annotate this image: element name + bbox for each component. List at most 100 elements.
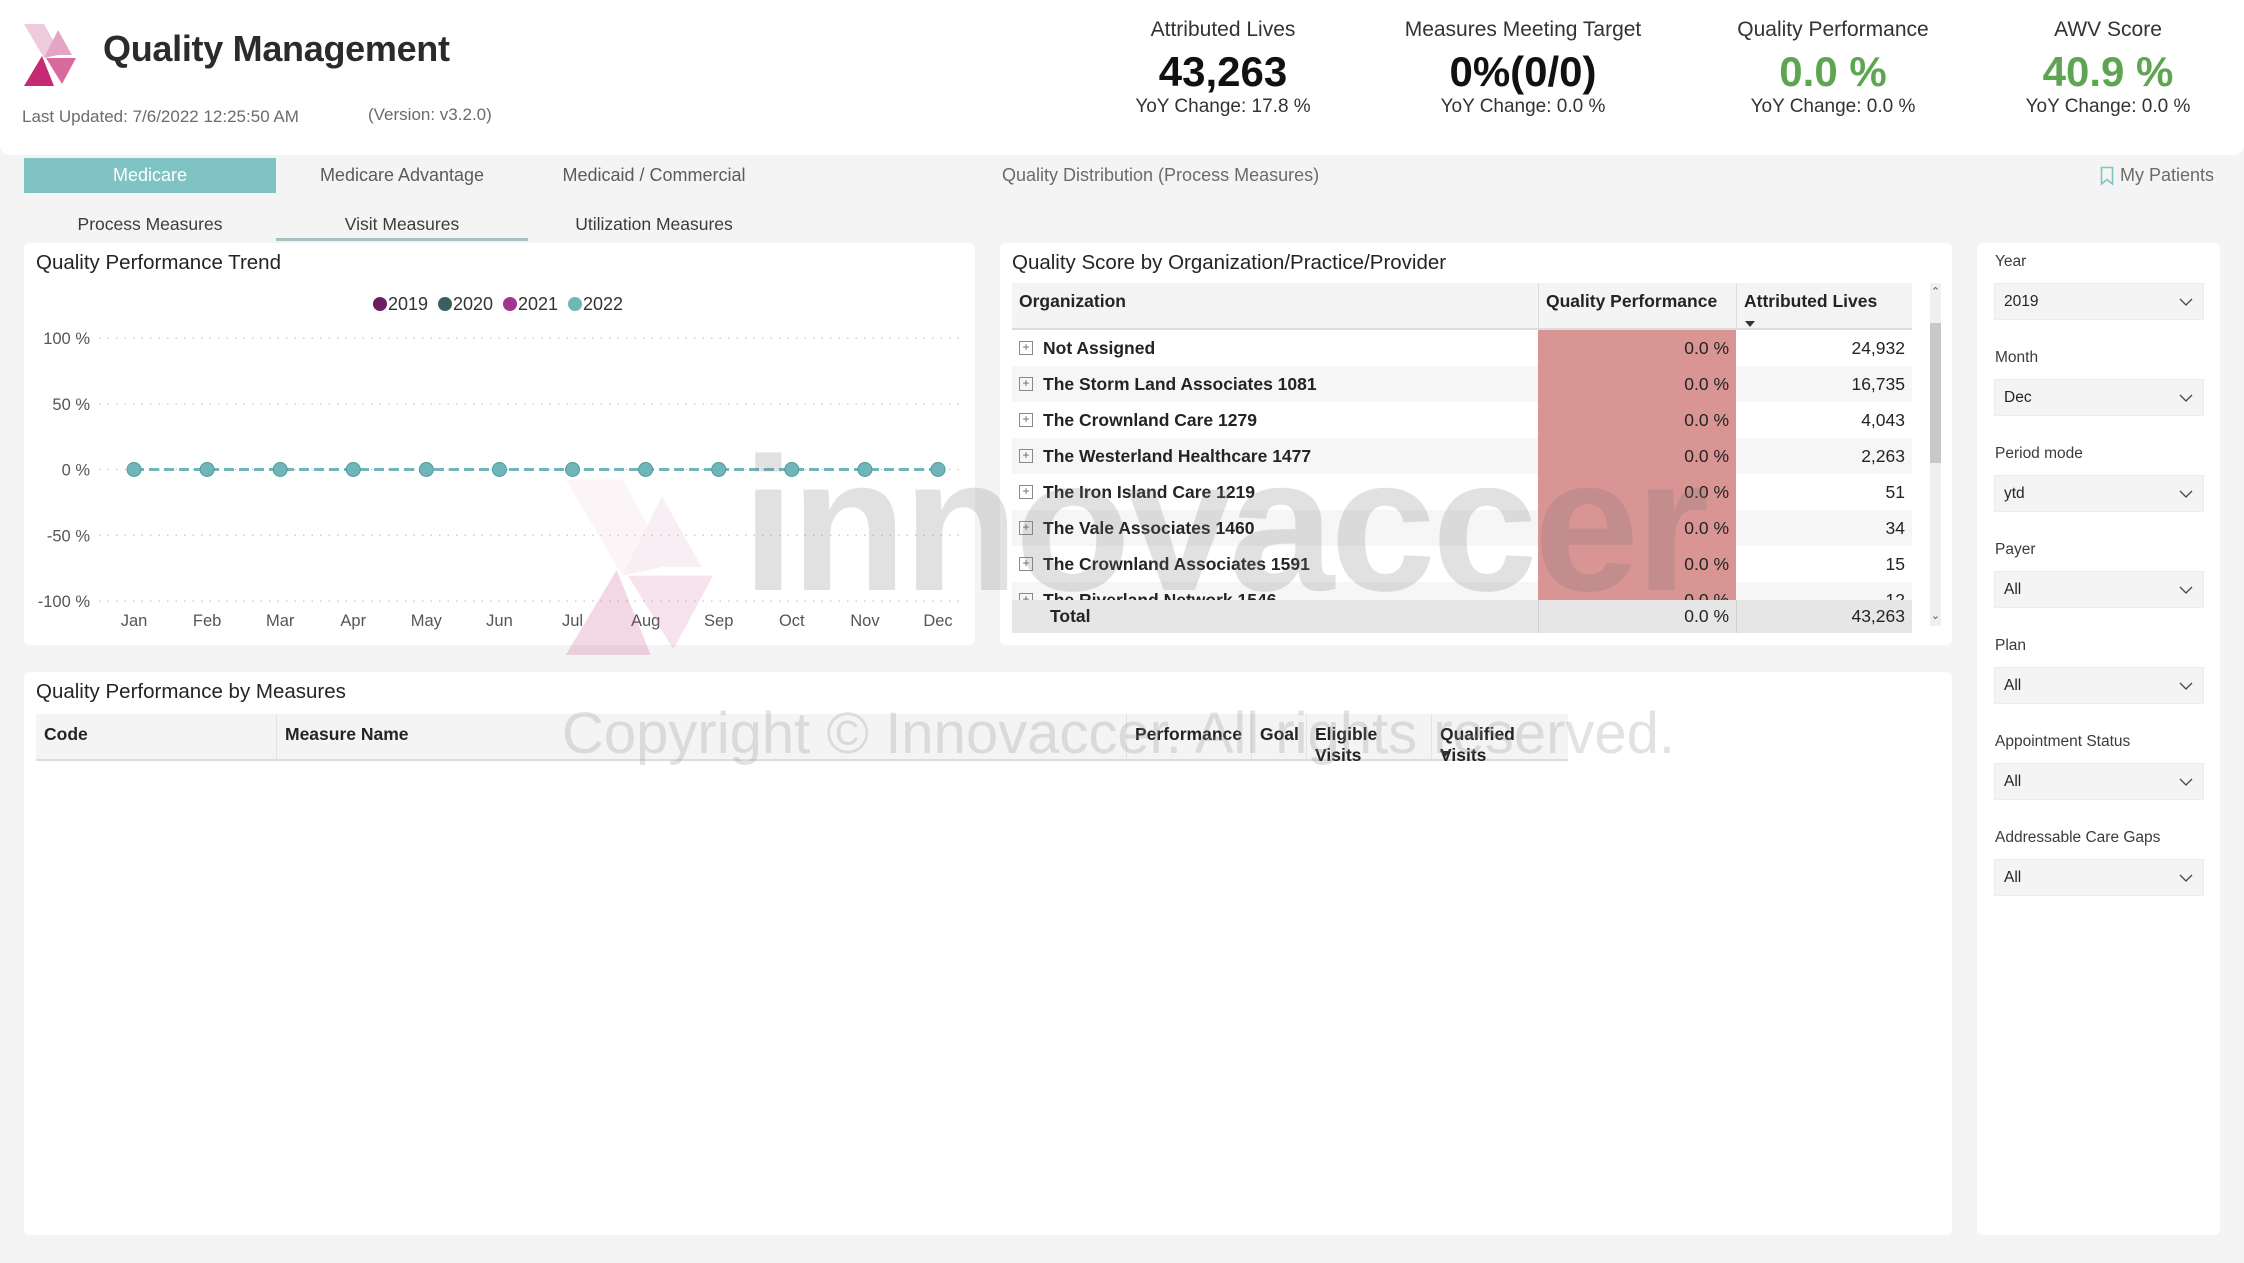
org-table-row[interactable]: + The Iron Island Care 1219 0.0 % 51 <box>1012 474 1912 510</box>
sort-descending-icon <box>1440 751 1450 757</box>
kpi-title: AWV Score <box>2054 18 2162 41</box>
expand-plus-icon[interactable]: + <box>1019 413 1033 427</box>
column-header-code[interactable]: Code <box>36 714 276 759</box>
expand-plus-icon[interactable]: + <box>1019 377 1033 391</box>
expand-plus-icon[interactable]: + <box>1019 341 1033 355</box>
appointment-status-dropdown[interactable]: All <box>1994 763 2204 800</box>
chevron-down-icon <box>2179 778 2193 786</box>
column-header-label: Qualified Visits <box>1440 724 1515 765</box>
tab-medicare-advantage[interactable]: Medicare Advantage <box>276 158 528 193</box>
data-point <box>126 462 142 477</box>
kpi-value: 43,263 <box>1158 48 1288 95</box>
data-point <box>345 462 361 477</box>
year-value: 2019 <box>2004 293 2039 310</box>
tab-medicare[interactable]: Medicare <box>24 158 276 193</box>
data-point <box>784 462 800 477</box>
year-dropdown[interactable]: 2019 <box>1994 283 2204 320</box>
legend-marker <box>568 297 582 311</box>
attributed-lives-cell: 34 <box>1885 518 1905 538</box>
column-header-measure-name[interactable]: Measure Name <box>276 714 1126 759</box>
x-tick-label: Jan <box>121 612 148 630</box>
data-point <box>930 462 946 477</box>
header-bar: Quality Management Last Updated: 7/6/202… <box>0 0 2244 155</box>
last-updated-text: Last Updated: 7/6/2022 12:25:50 AM <box>22 107 299 126</box>
month-dropdown[interactable]: Dec <box>1994 379 2204 416</box>
legend-label: 2021 <box>518 294 558 314</box>
kpi-quality-performance: Quality Performance 0.0 % YoY Change: 0.… <box>1683 18 1983 118</box>
quality-performance-cell: 0.0 % <box>1538 546 1736 582</box>
column-header-eligible-visits[interactable]: Eligible Visits <box>1306 714 1431 765</box>
org-table-body: + Not Assigned 0.0 % 24,932 + The Storm Land … <box>1012 330 1912 600</box>
data-point <box>857 462 873 477</box>
data-point <box>565 462 581 477</box>
org-table-row[interactable]: + The Crownland Care 1279 0.0 % 4,043 <box>1012 402 1912 438</box>
attributed-lives-cell: 24,932 <box>1851 338 1905 358</box>
org-table-row[interactable]: + Not Assigned 0.0 % 24,932 <box>1012 330 1912 366</box>
column-header-attributed-lives[interactable]: Attributed Lives <box>1736 283 1912 328</box>
data-point <box>711 462 727 477</box>
app-title: Quality Management <box>103 28 450 69</box>
addressable-care-gaps-dropdown[interactable]: All <box>1994 859 2204 896</box>
column-header-performance[interactable]: Performance <box>1126 714 1251 759</box>
org-cell: + The Iron Island Care 1219 <box>1012 474 1538 510</box>
x-tick-label: Jul <box>562 612 583 630</box>
total-attributed-lives: 43,263 <box>1736 600 1912 633</box>
expand-plus-icon[interactable]: + <box>1019 485 1033 499</box>
org-table: Organization Quality Performance Attribu… <box>1012 283 1912 633</box>
org-table-row[interactable]: + The Vale Associates 1460 0.0 % 34 <box>1012 510 1912 546</box>
org-name: The Crownland Care 1279 <box>1043 409 1257 430</box>
attributed-lives-cell: 12 <box>1885 590 1905 600</box>
kpi-yoy-change: YoY Change: 17.8 % <box>1135 96 1311 117</box>
kpi-measures-meeting-target: Measures Meeting Target 0%(0/0) YoY Chan… <box>1373 18 1673 118</box>
kpi-yoy-change: YoY Change: 0.0 % <box>1750 96 1916 117</box>
quality-performance-cell: 0.0 % <box>1538 330 1736 366</box>
quality-distribution-link[interactable]: Quality Distribution (Process Measures) <box>1002 158 1319 193</box>
data-point <box>491 462 507 477</box>
kpi-attributed-lives: Attributed Lives 43,263 YoY Change: 17.8… <box>1073 18 1373 118</box>
plan-dropdown[interactable]: All <box>1994 667 2204 704</box>
scrollbar-thumb[interactable] <box>1930 323 1941 463</box>
org-table-header: Organization Quality Performance Attribu… <box>1012 283 1912 330</box>
scroll-up-icon[interactable]: ⌃ <box>1930 285 1941 298</box>
org-table-scrollbar[interactable]: ⌃ ⌄ <box>1930 283 1941 626</box>
period-mode-dropdown[interactable]: ytd <box>1994 475 2204 512</box>
org-table-row[interactable]: + The Westerland Healthcare 1477 0.0 % 2,26… <box>1012 438 1912 474</box>
column-header-qualified-visits[interactable]: Qualified Visits <box>1431 714 1568 765</box>
org-table-row[interactable]: + The Storm Land Associates 1081 0.0 % 16,7… <box>1012 366 1912 402</box>
quality-performance-cell: 0.0 % <box>1538 510 1736 546</box>
expand-plus-icon[interactable]: + <box>1019 449 1033 463</box>
y-tick-label: 0 % <box>62 462 91 480</box>
attributed-lives-cell: 15 <box>1885 554 1905 574</box>
subtab-utilization-measures[interactable]: Utilization Measures <box>528 210 780 241</box>
attributed-lives-cell: 2,263 <box>1861 446 1905 466</box>
expand-plus-icon[interactable]: + <box>1019 593 1033 600</box>
legend-marker <box>503 297 517 311</box>
column-header-organization[interactable]: Organization <box>1012 283 1538 328</box>
subtab-process-measures[interactable]: Process Measures <box>24 210 276 241</box>
legend-label: 2022 <box>583 294 623 314</box>
tab-medicaid-commercial[interactable]: Medicaid / Commercial <box>528 158 780 193</box>
x-tick-label: Jun <box>486 612 513 630</box>
expand-plus-icon[interactable]: + <box>1019 521 1033 535</box>
subtab-visit-measures[interactable]: Visit Measures <box>276 210 528 241</box>
bookmark-icon <box>2100 166 2114 186</box>
y-tick-label: 100 % <box>43 330 90 348</box>
payer-dropdown[interactable]: All <box>1994 571 2204 608</box>
chevron-down-icon <box>2179 586 2193 594</box>
org-cell: + The Crownland Care 1279 <box>1012 402 1538 438</box>
data-point <box>272 462 288 477</box>
month-value: Dec <box>2004 389 2032 406</box>
scroll-down-icon[interactable]: ⌄ <box>1930 609 1941 622</box>
org-table-row[interactable]: + The Crownland Associates 1591 0.0 % 15 <box>1012 546 1912 582</box>
org-table-row[interactable]: + The Riverland Network 1546 0.0 % 12 <box>1012 582 1912 600</box>
column-header-goal[interactable]: Goal <box>1251 714 1306 759</box>
org-name: The Iron Island Care 1219 <box>1043 481 1256 502</box>
expand-plus-icon[interactable]: + <box>1019 557 1033 571</box>
my-patients-button[interactable]: My Patients <box>2100 158 2214 193</box>
org-cell: + The Westerland Healthcare 1477 <box>1012 438 1538 474</box>
x-tick-label: Apr <box>340 612 366 630</box>
legend-label: 2020 <box>453 294 493 314</box>
version-text: (Version: v3.2.0) <box>368 105 492 124</box>
column-header-quality-performance[interactable]: Quality Performance <box>1538 283 1736 328</box>
chevron-down-icon <box>2179 682 2193 690</box>
